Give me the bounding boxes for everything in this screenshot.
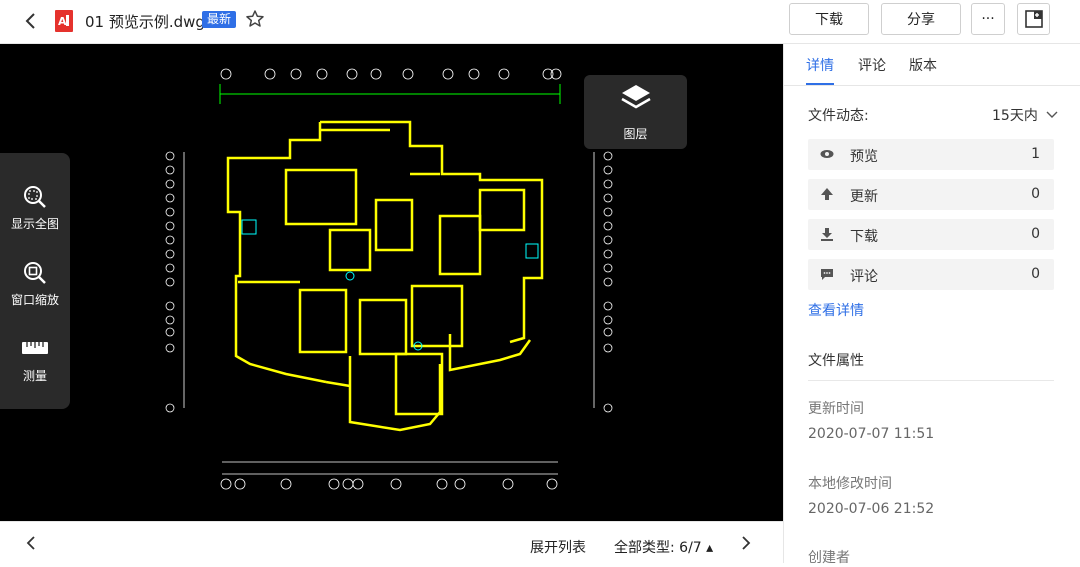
stat-value: 0 xyxy=(1031,186,1040,202)
fit-screen-tool[interactable]: 显示全图 xyxy=(0,171,70,241)
time-range-dropdown[interactable]: 15天内 xyxy=(992,105,1058,125)
window-zoom-label: 窗口缩放 xyxy=(10,293,59,307)
cad-viewer-canvas[interactable]: 图层 显示全图 窗口缩放 测量 xyxy=(0,44,783,521)
window-zoom-icon xyxy=(24,262,46,284)
star-icon[interactable] xyxy=(245,9,265,29)
active-tab-indicator xyxy=(806,83,834,85)
stat-preview: 预览 1 xyxy=(808,139,1054,170)
chevron-down-icon xyxy=(1046,111,1058,118)
tab-details[interactable]: 详情 xyxy=(806,55,834,75)
prop-label-local-modified: 本地修改时间 xyxy=(808,476,892,492)
floor-plan-drawing xyxy=(165,68,613,490)
stat-value: 1 xyxy=(1031,146,1040,162)
measure-label: 测量 xyxy=(22,369,47,383)
type-filter-dropdown[interactable]: 全部类型: 6/7 ▴ xyxy=(614,537,713,557)
stat-label: 下载 xyxy=(850,229,878,245)
stat-label: 评论 xyxy=(850,269,878,285)
tool-panel: 显示全图 窗口缩放 测量 xyxy=(0,153,70,409)
panel-tabs: 详情 评论 版本 xyxy=(784,44,1080,86)
fit-screen-label: 显示全图 xyxy=(10,217,59,231)
download-button[interactable]: 下载 xyxy=(789,3,869,35)
top-bar: A 01 预览示例.dwg 最新 下载 分享 ··· xyxy=(0,0,1080,44)
back-arrow-icon[interactable] xyxy=(20,10,42,32)
prop-label-updated: 更新时间 xyxy=(808,401,864,417)
ruler-icon xyxy=(22,342,48,354)
stat-comment: 评论 0 xyxy=(808,259,1054,290)
view-details-link[interactable]: 查看详情 xyxy=(808,300,864,320)
stat-value: 0 xyxy=(1031,266,1040,282)
dwg-file-icon: A xyxy=(55,10,73,32)
stat-download: 下载 0 xyxy=(808,219,1054,250)
stat-update: 更新 0 xyxy=(808,179,1054,210)
download-icon xyxy=(821,228,833,241)
prev-file-chevron-icon[interactable] xyxy=(22,534,40,552)
tab-versions[interactable]: 版本 xyxy=(909,55,937,75)
measure-tool[interactable]: 测量 xyxy=(0,323,70,393)
window-zoom-tool[interactable]: 窗口缩放 xyxy=(0,247,70,317)
layers-label: 图层 xyxy=(623,127,648,141)
expand-list-button[interactable]: 展开列表 xyxy=(530,537,586,557)
prop-value-local-modified: 2020-07-06 21:52 xyxy=(808,501,935,517)
time-range-label: 15天内 xyxy=(992,108,1038,124)
prop-value-updated: 2020-07-07 11:51 xyxy=(808,426,935,442)
panel-layout-icon xyxy=(1024,10,1043,28)
svg-text:A: A xyxy=(58,15,67,28)
file-title: 01 预览示例.dwg xyxy=(85,13,205,31)
layers-icon xyxy=(621,85,651,109)
stat-label: 更新 xyxy=(850,189,878,205)
bottom-bar: 展开列表 全部类型: 6/7 ▴ xyxy=(0,521,783,563)
more-button[interactable]: ··· xyxy=(971,3,1005,35)
latest-badge: 最新 xyxy=(202,11,237,28)
arrow-up-icon xyxy=(821,188,833,200)
eye-icon xyxy=(820,150,834,158)
details-panel: 详情 评论 版本 文件动态: 15天内 预览 1 更新 0 下载 0 评论 0 … xyxy=(783,44,1080,566)
prop-label-creator: 创建者 xyxy=(808,550,850,566)
next-file-chevron-icon[interactable] xyxy=(737,534,755,552)
file-props-title: 文件属性 xyxy=(808,353,864,369)
tab-comments[interactable]: 评论 xyxy=(858,55,886,75)
comment-icon xyxy=(821,269,833,280)
layers-button[interactable]: 图层 xyxy=(584,75,687,149)
fit-screen-icon xyxy=(24,186,46,208)
activity-title: 文件动态: xyxy=(808,108,869,124)
stat-value: 0 xyxy=(1031,226,1040,242)
divider xyxy=(808,380,1054,381)
stat-label: 预览 xyxy=(850,149,878,165)
toggle-panel-button[interactable] xyxy=(1017,3,1050,35)
share-button[interactable]: 分享 xyxy=(881,3,961,35)
